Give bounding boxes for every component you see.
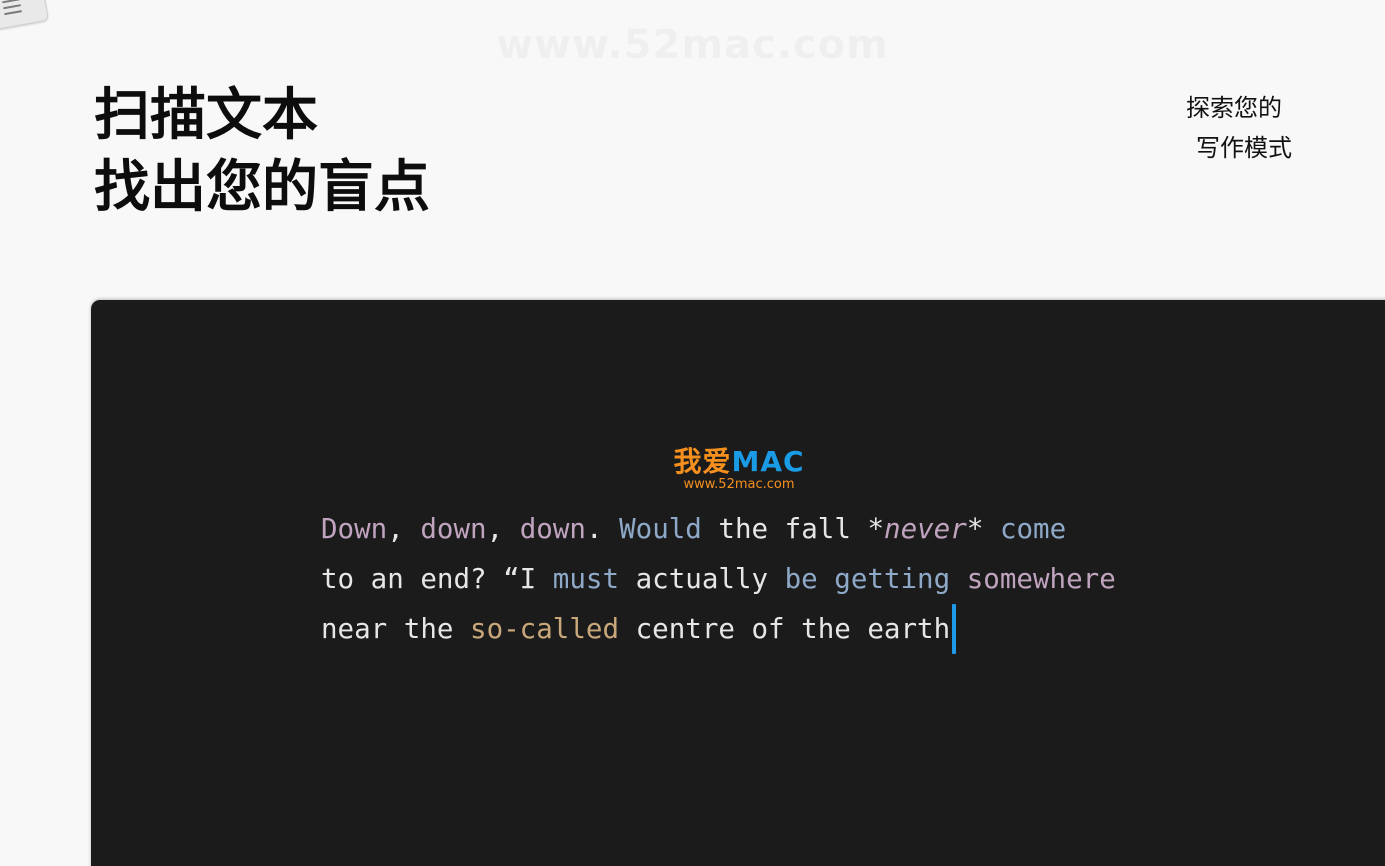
text-segment xyxy=(950,563,967,595)
text-segment: . xyxy=(585,513,620,545)
highlighted-verb: must xyxy=(552,563,620,595)
editor-line: Down, down, down. Would the fall *never*… xyxy=(321,504,1116,554)
highlighted-star: * xyxy=(966,513,984,545)
highlighted-verb: come xyxy=(999,513,1067,545)
editor-window[interactable]: 我爱MAC www.52mac.com Down, down, down. Wo… xyxy=(91,300,1385,866)
headline-line-1: 扫描文本 xyxy=(94,83,318,148)
highlighted-adverb: down xyxy=(420,513,487,545)
text-segment: to an end? “I xyxy=(321,563,553,595)
editor-line: to an end? “I must actually be getting s… xyxy=(321,554,1116,604)
text-segment: actually xyxy=(619,563,785,595)
headline-line-2: 找出您的盲点 xyxy=(94,155,430,220)
side-note: 探索您的 写作模式 xyxy=(1186,88,1292,168)
text-segment: , xyxy=(387,513,421,545)
highlighted-adverb: down xyxy=(519,513,586,545)
text-segment: the fall xyxy=(701,513,868,545)
highlighted-adverb: Down xyxy=(321,513,388,545)
text-caret xyxy=(952,604,957,654)
highlighted-adverb: somewhere xyxy=(966,563,1116,595)
logo-text-en: MAC xyxy=(731,445,805,478)
text-segment: , xyxy=(486,513,520,545)
editor-text[interactable]: Down, down, down. Would the fall *never*… xyxy=(321,504,1116,654)
highlighted-verb: be getting xyxy=(784,563,951,595)
page: www.52mac.com 扫描文本 找出您的盲点 探索您的 写作模式 我爱MA… xyxy=(0,0,1385,866)
headline: 扫描文本 找出您的盲点 xyxy=(94,80,430,224)
highlighted-em: never xyxy=(884,513,967,545)
editor-line: near the so-called centre of the earth xyxy=(321,604,1116,654)
side-note-line-2: 写作模式 xyxy=(1196,134,1292,162)
text-segment: near the xyxy=(321,613,471,645)
side-note-line-1: 探索您的 xyxy=(1186,94,1282,122)
watermark-logo: 我爱MAC www.52mac.com xyxy=(669,446,809,492)
logo-url: www.52mac.com xyxy=(683,477,795,492)
watermark: www.52mac.com xyxy=(0,22,1385,68)
logo-text-cn: 我爱 xyxy=(673,445,732,478)
text-segment xyxy=(983,513,1000,545)
highlighted-conj: so-called xyxy=(470,613,620,645)
text-segment: centre of the earth xyxy=(619,613,951,645)
highlighted-star: * xyxy=(867,513,885,545)
highlighted-verb: Would xyxy=(619,513,702,545)
